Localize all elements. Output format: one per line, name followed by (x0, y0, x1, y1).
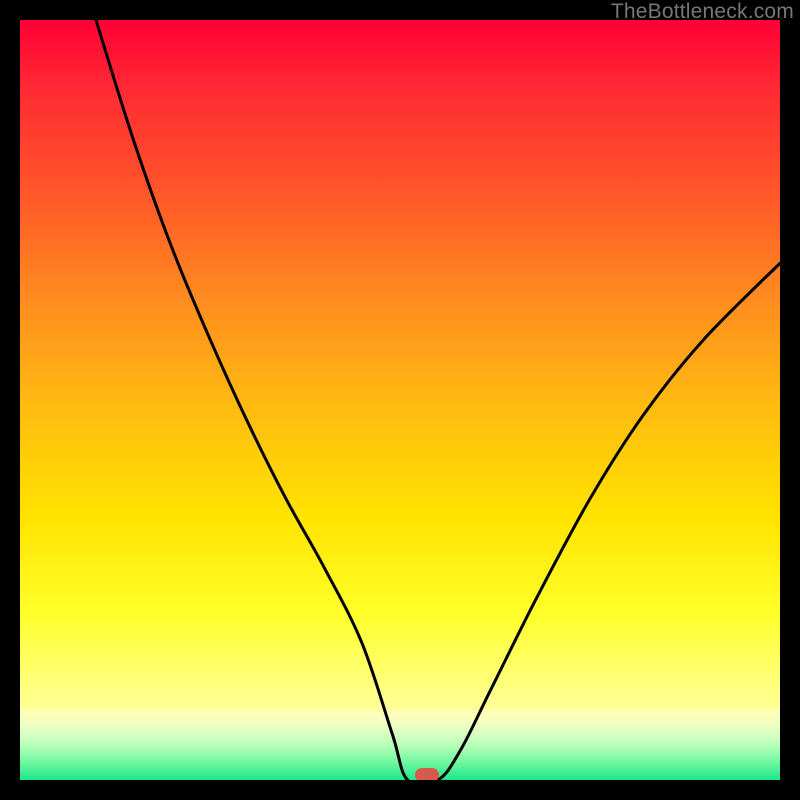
optimum-marker (415, 768, 439, 780)
plot-area (20, 20, 780, 780)
chart-frame: TheBottleneck.com (0, 0, 800, 800)
bottleneck-curve-path (96, 20, 780, 780)
bottleneck-curve-svg (20, 20, 780, 780)
